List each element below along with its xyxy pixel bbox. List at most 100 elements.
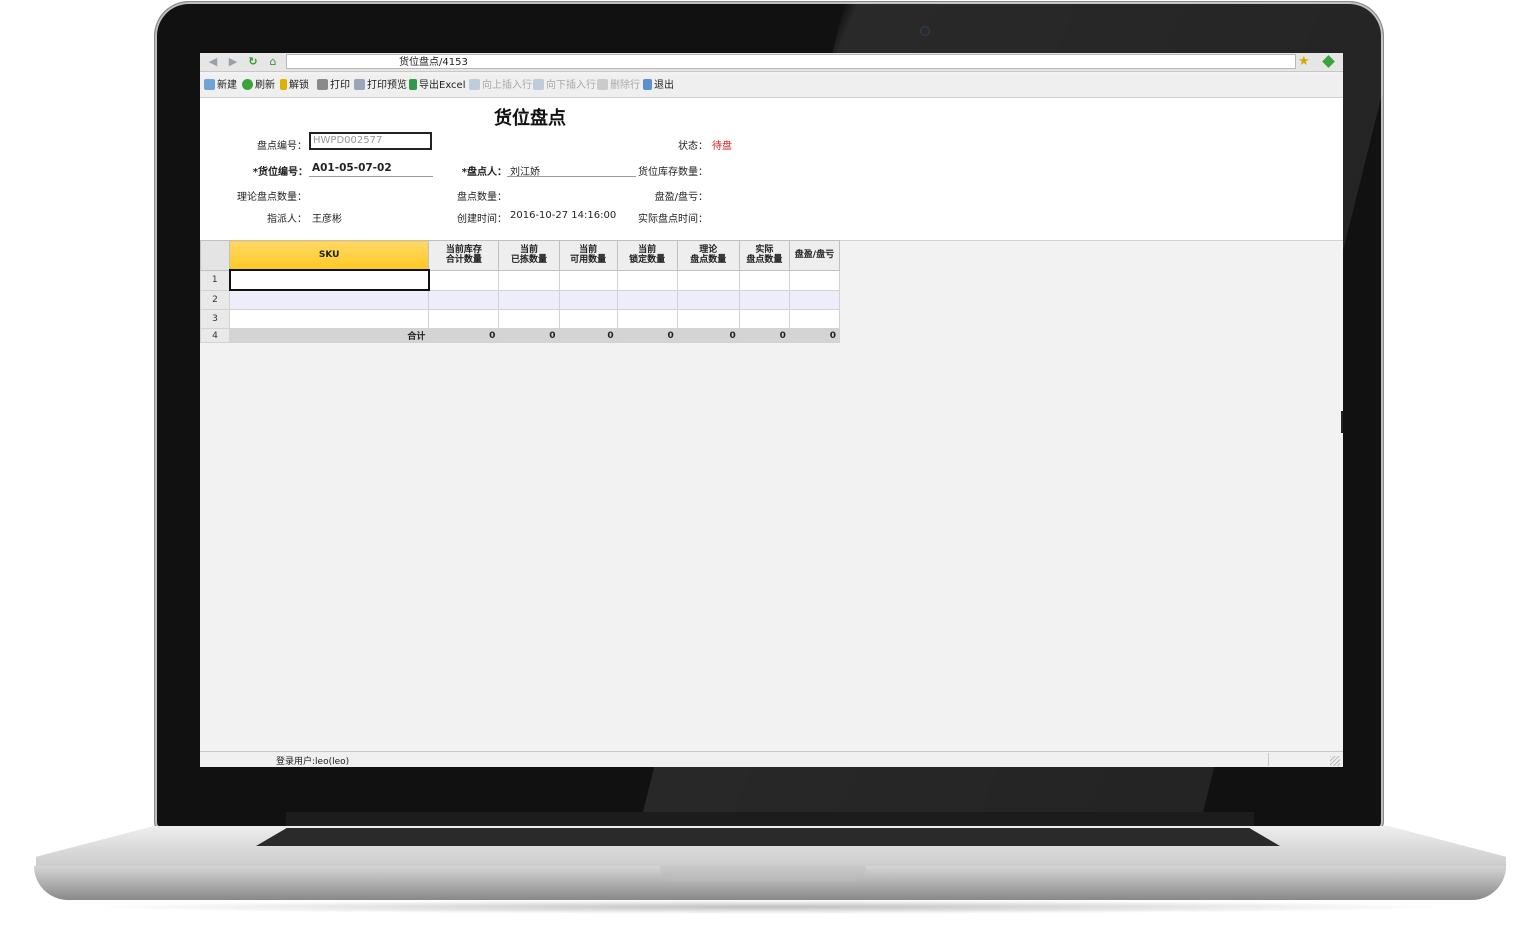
favorite-star-icon[interactable]: ★ <box>1298 54 1310 70</box>
browser-address-bar: ◀ ▶ ↻ ⌂ 货位盘点/4153 ★ <box>200 53 1343 72</box>
col-header-actual-qty[interactable]: 实际 盘点数量 <box>738 240 790 271</box>
grid-header-row: SKU 当前库存 合计数量 当前 已拣数量 当前 可用数量 当前 锁定数量 理论 盘点数量… <box>200 240 841 271</box>
theory-qty-label: 理论盘点数量： <box>237 192 307 203</box>
page-title: 货位盘点 <box>494 108 566 129</box>
grid-cell[interactable] <box>229 309 430 329</box>
print-preview-button[interactable]: 打印预览 <box>354 79 407 93</box>
location-no-underline <box>309 176 433 177</box>
count-form: 货位盘点 盘点编号： HWPD002577 状态： 待盘 *货位编号： A01-… <box>200 98 1343 241</box>
export-excel-button[interactable]: 导出Excel <box>409 79 466 93</box>
insert-below-icon <box>533 79 544 90</box>
status-badge: 待盘 <box>712 141 732 152</box>
delete-row-icon <box>597 79 608 90</box>
unlock-button[interactable]: 解锁 <box>280 79 309 93</box>
col-header-locked-qty[interactable]: 当前 锁定数量 <box>616 240 678 271</box>
reload-icon[interactable]: ↻ <box>246 55 260 69</box>
go-diamond-icon[interactable] <box>1322 55 1335 68</box>
grid-cell[interactable] <box>788 309 841 329</box>
address-input[interactable]: 货位盘点/4153 <box>286 54 1296 69</box>
count-no-label: 盘点编号： <box>257 141 307 152</box>
counter-label: *盘点人： <box>461 167 507 178</box>
new-button[interactable]: 新建 <box>204 79 237 93</box>
count-qty-label: 盘点数量： <box>457 192 507 203</box>
total-label: 合计 <box>229 328 430 343</box>
col-header-available-qty[interactable]: 当前 可用数量 <box>558 240 618 271</box>
row-number[interactable]: 2 <box>200 289 231 310</box>
sku-grid: SKU 当前库存 合计数量 当前 已拣数量 当前 可用数量 当前 锁定数量 理论 盘点数量… <box>200 240 841 343</box>
grid-cell[interactable] <box>676 289 740 310</box>
grid-cell[interactable] <box>616 289 678 310</box>
insert-above-icon <box>469 79 480 90</box>
grid-cell[interactable] <box>738 309 790 329</box>
app-screen: ◀ ▶ ↻ ⌂ 货位盘点/4153 ★ 新建 刷新 解锁 打印 打印预览 导出E… <box>200 53 1343 767</box>
exit-button[interactable]: 退出 <box>643 79 674 93</box>
print-button[interactable]: 打印 <box>317 79 350 93</box>
col-header-profit-loss[interactable]: 盘盈/盘亏 <box>788 240 841 271</box>
row-number[interactable]: 3 <box>200 309 231 329</box>
edge-scroll-handle[interactable] <box>1341 411 1343 433</box>
grid-cell[interactable] <box>738 269 790 291</box>
grid-cell[interactable] <box>498 269 560 291</box>
grid-cell[interactable] <box>498 289 560 310</box>
delete-row-button[interactable]: 删除行 <box>597 79 640 93</box>
count-no-input[interactable]: HWPD002577 <box>309 132 432 150</box>
excel-icon <box>409 79 417 90</box>
total-value: 0 <box>428 328 500 343</box>
refresh-button[interactable]: 刷新 <box>242 79 275 93</box>
grid-cell[interactable] <box>788 289 841 310</box>
status-divider <box>1268 753 1269 766</box>
location-no-field[interactable]: A01-05-07-02 <box>312 162 392 174</box>
total-value: 0 <box>498 328 560 343</box>
row-number[interactable]: 4 <box>200 328 231 343</box>
grid-cell[interactable] <box>676 269 740 291</box>
grid-cell[interactable] <box>428 309 500 329</box>
grid-cell[interactable] <box>498 309 560 329</box>
insert-above-button[interactable]: 向上插入行 <box>469 79 532 93</box>
new-icon <box>204 79 215 90</box>
grid-cell[interactable] <box>229 289 430 310</box>
exit-icon <box>643 79 652 90</box>
total-value: 0 <box>616 328 678 343</box>
resize-grip-icon[interactable] <box>1330 756 1340 766</box>
grid-cell[interactable] <box>558 289 618 310</box>
assigner-value: 王彦彬 <box>312 214 342 225</box>
back-arrow-icon[interactable]: ◀ <box>206 55 220 69</box>
grid-cell[interactable] <box>558 269 618 291</box>
grid-cell[interactable] <box>676 309 740 329</box>
col-header-sku[interactable]: SKU <box>229 240 430 271</box>
row-number[interactable]: 1 <box>200 269 231 291</box>
total-value-profit-loss: 0 <box>788 328 841 343</box>
col-header-theory-qty[interactable]: 理论 盘点数量 <box>676 240 740 271</box>
grid-cell[interactable] <box>788 269 841 291</box>
col-header-picked-qty[interactable]: 当前 已拣数量 <box>498 240 560 271</box>
col-header-total-stock[interactable]: 当前库存 合计数量 <box>428 240 500 271</box>
grid-cell[interactable] <box>558 309 618 329</box>
status-label: 状态： <box>678 141 708 152</box>
grid-cell[interactable] <box>738 289 790 310</box>
webcam-icon <box>921 27 929 35</box>
login-user-text: 登录用户:leo(leo) <box>276 757 350 767</box>
table-row: 3 <box>200 309 841 329</box>
print-preview-icon <box>354 79 365 90</box>
home-icon[interactable]: ⌂ <box>266 55 280 69</box>
forward-arrow-icon[interactable]: ▶ <box>226 55 240 69</box>
grid-corner[interactable] <box>200 240 231 271</box>
status-bar: 登录用户:leo(leo) <box>200 751 1343 767</box>
unlock-icon <box>280 79 287 90</box>
actual-time-label: 实际盘点时间： <box>638 214 708 225</box>
grid-cell[interactable] <box>428 289 500 310</box>
laptop-shadow <box>80 900 1460 914</box>
laptop-hinge <box>286 812 1254 828</box>
print-icon <box>317 79 328 90</box>
grid-cell[interactable] <box>616 269 678 291</box>
created-label: 创建时间： <box>457 214 507 225</box>
toolbar: 新建 刷新 解锁 打印 打印预览 导出Excel 向上插入行 向下插入行 删除行… <box>200 75 1343 98</box>
location-no-label: *货位编号： <box>252 167 308 178</box>
grid-cell[interactable] <box>428 269 500 291</box>
sku-cell-active[interactable] <box>228 269 430 291</box>
total-row: 4 合计 0 0 0 0 0 0 0 <box>200 328 841 343</box>
table-row: 1 <box>200 269 841 291</box>
laptop-keyboard-edge <box>256 828 1280 846</box>
grid-cell[interactable] <box>616 309 678 329</box>
insert-below-button[interactable]: 向下插入行 <box>533 79 596 93</box>
